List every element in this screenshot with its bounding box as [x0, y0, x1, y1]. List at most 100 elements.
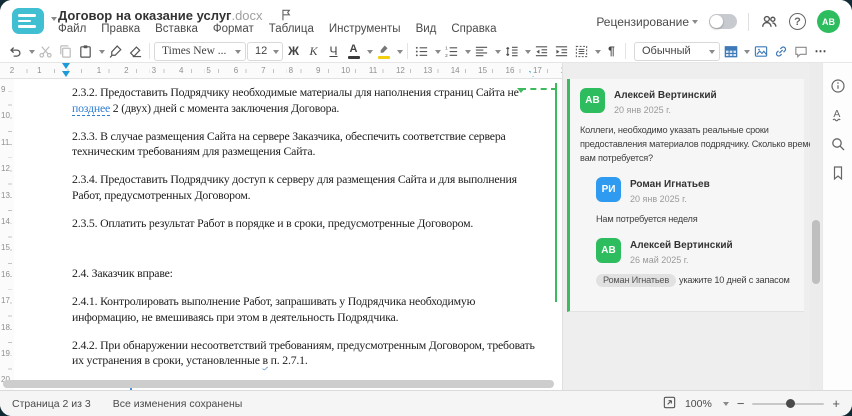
highlight-caret-icon[interactable] [397, 49, 403, 57]
insert-table-caret-icon[interactable] [744, 49, 750, 57]
fit-page-icon[interactable] [662, 395, 677, 413]
undo-button[interactable] [6, 41, 25, 61]
insert-image-button[interactable] [751, 41, 770, 61]
header-divider [748, 12, 749, 31]
menu-item[interactable]: Файл [58, 23, 86, 35]
align-button[interactable] [472, 41, 491, 61]
paragraph-settings-button[interactable] [572, 41, 591, 61]
doc-paragraph[interactable] [72, 244, 548, 254]
copy-button[interactable] [56, 41, 75, 61]
ruler-number: 4 [176, 66, 186, 76]
menu-item[interactable]: Справка [451, 23, 496, 35]
menu-item[interactable]: Инструменты [329, 23, 401, 35]
user-avatar[interactable]: АВ [817, 10, 840, 33]
highlight-color-button[interactable] [374, 41, 393, 61]
review-toggle[interactable] [709, 14, 737, 29]
document-info-icon[interactable] [829, 77, 847, 95]
doc-paragraph[interactable]: 2.3.5. Оплатить результат Работ в порядк… [72, 216, 548, 232]
zoom-caret-icon[interactable] [722, 402, 729, 409]
comment-avatar: АВ [596, 238, 621, 263]
flag-icon[interactable] [277, 6, 295, 24]
zoom-out-button[interactable]: − [737, 397, 745, 410]
left-indent-marker[interactable] [62, 71, 70, 78]
increase-indent-button[interactable] [552, 41, 571, 61]
comment-reply[interactable]: АВ Алексей Вертинский 26 май 2025 г. Роман … [596, 238, 796, 287]
zoom-level[interactable]: 100% [685, 398, 712, 410]
bullet-list-caret-icon[interactable] [435, 49, 441, 57]
document-pane: 21123456789101112131415161718 9101112131… [0, 63, 562, 390]
ruler-number: 14 [1, 217, 10, 226]
format-painter-button[interactable] [106, 41, 125, 61]
search-icon[interactable] [829, 135, 847, 153]
spellcheck-icon[interactable]: А [829, 106, 847, 124]
logo-menu-caret-icon[interactable] [51, 17, 57, 24]
doc-paragraph[interactable]: 2.4.2. При обнаружении несоответствий тр… [72, 338, 548, 369]
line-spacing-button[interactable] [502, 41, 521, 61]
menu-item[interactable]: Формат [213, 23, 254, 35]
bullet-list-button[interactable] [412, 41, 431, 61]
clear-style-eraser-button[interactable] [126, 41, 145, 61]
comment-anchor-line [555, 83, 557, 302]
font-color-caret-icon[interactable] [367, 49, 373, 57]
comment-date: 20 янв 2025 г. [630, 194, 687, 204]
insert-link-button[interactable] [771, 41, 790, 61]
decrease-indent-button[interactable] [532, 41, 551, 61]
zoom-slider-knob[interactable] [785, 398, 795, 408]
font-name-select[interactable]: Times New ... [154, 41, 246, 61]
app-logo-icon[interactable] [12, 8, 44, 34]
document-title-row: Договор на оказание услуг .docx [58, 6, 295, 24]
doc-paragraph[interactable]: 2.3.2. Предоставить Подрядчику необходим… [72, 85, 548, 116]
svg-text:2: 2 [445, 52, 448, 57]
show-paragraph-marks-button[interactable]: ¶ [602, 41, 621, 61]
italic-button[interactable]: К [304, 41, 323, 61]
horizontal-ruler[interactable]: 21123456789101112131415161718 [0, 63, 562, 79]
doc-paragraph[interactable]: 2.4.1. Контролировать выполнение Работ, … [72, 294, 548, 325]
menu-item[interactable]: Вставка [155, 23, 198, 35]
undo-caret-icon[interactable] [29, 49, 35, 57]
font-color-button[interactable]: А [344, 41, 363, 61]
help-icon[interactable]: ? [789, 13, 806, 30]
comment-reply[interactable]: РИ Роман Игнатьев 20 янв 2025 г. Нам потреб… [596, 177, 796, 226]
align-caret-icon[interactable] [495, 49, 501, 57]
bold-button[interactable]: Ж [284, 41, 303, 61]
page-indicator[interactable]: Страница 2 из 3 [12, 398, 91, 410]
underline-button[interactable]: Ч [324, 41, 343, 61]
review-mode-button[interactable]: Рецензирование [596, 15, 698, 29]
ruler-number: 3 [149, 66, 159, 76]
cut-button[interactable] [36, 41, 55, 61]
insert-comment-button[interactable] [791, 41, 810, 61]
collaboration-users-icon[interactable] [760, 13, 778, 31]
numbered-list-caret-icon[interactable] [465, 49, 471, 57]
vertical-ruler[interactable]: 91011121314151617181920 [0, 79, 14, 390]
menu-item[interactable]: Правка [101, 23, 140, 35]
toolbar-more-button[interactable]: ⋯ [811, 41, 830, 61]
paste-caret-icon[interactable] [99, 49, 105, 57]
ruler-number: 7 [259, 66, 268, 76]
font-size-select[interactable]: 12 [247, 41, 283, 61]
bookmark-icon[interactable] [829, 164, 847, 182]
scrollbar-thumb[interactable] [812, 220, 820, 284]
comment-thread[interactable]: АВ Алексей Вертинский 20 янв 2025 г. Коллег… [567, 79, 823, 312]
menu-item[interactable]: Таблица [269, 23, 314, 35]
mention-badge[interactable]: Роман Игнатьев [596, 274, 677, 287]
ruler-number: 18 [558, 66, 562, 76]
menu-item[interactable]: Вид [416, 23, 437, 35]
numbered-list-button[interactable]: 1 2 [442, 41, 461, 61]
paste-button[interactable] [76, 41, 95, 61]
svg-text:1: 1 [445, 45, 448, 50]
paragraph-settings-caret-icon[interactable] [595, 49, 601, 57]
zoom-slider[interactable] [752, 398, 825, 408]
doc-paragraph[interactable]: 2.3.3. В случае размещения Сайта на серв… [72, 129, 548, 160]
comments-scrollbar[interactable] [810, 63, 822, 390]
horizontal-scrollbar[interactable] [3, 380, 554, 388]
line-spacing-caret-icon[interactable] [525, 49, 531, 57]
comment[interactable]: АВ Алексей Вертинский 20 янв 2025 г. Коллег… [580, 88, 823, 165]
ruler-number: 16 [1, 269, 10, 279]
document-page[interactable]: 2.3.2. Предоставить Подрядчику необходим… [14, 79, 562, 390]
insert-table-button[interactable] [721, 41, 740, 61]
ruler-number: 2 [122, 66, 131, 76]
zoom-in-button[interactable]: + [832, 397, 840, 410]
paragraph-style-select[interactable]: Обычный [634, 41, 720, 61]
doc-paragraph[interactable]: 2.3.4. Предоставить Подрядчику доступ к … [72, 172, 548, 203]
doc-paragraph[interactable]: 2.4. Заказчик вправе: [72, 266, 548, 282]
